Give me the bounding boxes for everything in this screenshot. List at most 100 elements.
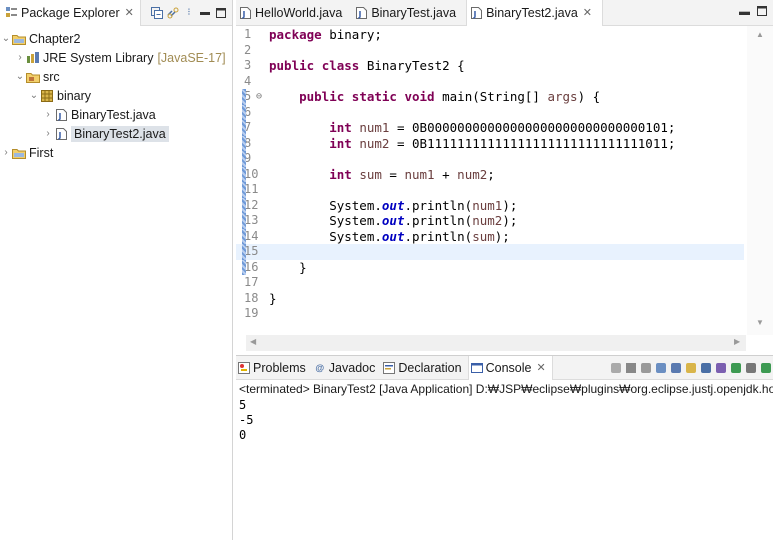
java-file-icon: J	[54, 108, 68, 121]
minimize-icon[interactable]: ▬	[739, 6, 750, 19]
quick-diff-marker	[242, 182, 246, 198]
console-output-line: -5	[239, 413, 254, 427]
code-text: }	[269, 290, 277, 306]
minimize-icon[interactable]: ▬	[199, 7, 211, 19]
maximize-icon[interactable]	[215, 7, 227, 19]
maximize-icon[interactable]	[757, 6, 767, 19]
tree-item-jre-system-library[interactable]: › JRE System Library [JavaSE-17]	[0, 48, 232, 67]
quick-diff-marker	[242, 166, 246, 182]
pin-console-icon[interactable]	[731, 362, 741, 373]
chevron-right-icon[interactable]: ›	[0, 147, 12, 158]
tab-console[interactable]: Console ✕	[467, 355, 553, 380]
code-text: package binary;	[269, 27, 382, 42]
code-line[interactable]: 7 int num1 = 0B0000000000000000000000000…	[236, 120, 744, 136]
svg-text:J: J	[57, 131, 61, 140]
line-number: 5	[244, 89, 252, 103]
open-console-icon[interactable]	[761, 362, 771, 373]
close-icon[interactable]: ✕	[125, 6, 134, 19]
quick-diff-marker	[242, 228, 246, 244]
code-line[interactable]: 10 int sum = num1 + num2;	[236, 166, 744, 182]
code-line[interactable]: 6	[236, 104, 744, 120]
tree-item-src[interactable]: ⌄ src	[0, 67, 232, 86]
code-line[interactable]: 12 System.out.println(num1);	[236, 197, 744, 213]
terminate-icon[interactable]	[611, 362, 621, 373]
tree-item-binary-package[interactable]: ⌄ binary	[0, 86, 232, 105]
code-line[interactable]: 4	[236, 74, 744, 90]
code-line[interactable]: 5 ⊖ public static void main(String[] args…	[236, 89, 744, 105]
code-text: int num1 = 0B000000000000000000000000000…	[329, 120, 676, 135]
tree-item-chapter2[interactable]: ⌄ Chapter2	[0, 29, 232, 48]
quick-diff-marker	[242, 89, 246, 105]
chevron-down-icon[interactable]: ⌄	[14, 71, 26, 82]
view-menu-icon[interactable]: ⁝	[183, 7, 195, 19]
scroll-lock-icon[interactable]	[671, 362, 681, 373]
tree-item-binarytest2-java[interactable]: › J BinaryTest2.java	[0, 124, 232, 143]
console-output[interactable]: 5 -5 0	[236, 398, 773, 443]
code-line[interactable]: 13 System.out.println(num2);	[236, 213, 744, 229]
code-line[interactable]: 3 public class BinaryTest2 {	[236, 58, 744, 74]
quick-diff-marker	[242, 151, 246, 167]
scroll-down-icon[interactable]: ▼	[756, 318, 764, 327]
console-status-line: <terminated> BinaryTest2 [Java Applicati…	[239, 382, 773, 396]
display-console-icon[interactable]	[746, 362, 756, 373]
line-number: 18	[244, 290, 259, 305]
tab-declaration[interactable]: Declaration	[381, 356, 467, 380]
chevron-right-icon[interactable]: ›	[42, 128, 54, 139]
project-folder-icon	[12, 146, 26, 159]
code-line[interactable]: 18}	[236, 291, 744, 307]
horizontal-scrollbar[interactable]: ◀ ▶	[246, 335, 746, 351]
code-line[interactable]: 19	[236, 306, 744, 322]
tab-binarytest2-java[interactable]: J BinaryTest2.java ✕	[466, 0, 604, 26]
code-text: }	[269, 259, 307, 275]
tab-helloworld-java[interactable]: J HelloWorld.java	[236, 0, 352, 26]
code-line[interactable]: 8 int num2 = 0B1111111111111111111111111…	[236, 135, 744, 151]
code-line[interactable]: 1 package binary;	[236, 27, 744, 43]
chevron-right-icon[interactable]: ›	[14, 52, 26, 63]
package-explorer-tab[interactable]: Package Explorer ✕	[0, 0, 141, 26]
show-stdout-icon[interactable]	[701, 362, 711, 373]
code-line[interactable]: 11	[236, 182, 744, 198]
code-line[interactable]: 14 System.out.println(sum);	[236, 228, 744, 244]
package-explorer-view: Package Explorer ✕ ⁝ ▬ ⌄ Chapter2 › JRE …	[0, 0, 233, 540]
code-line[interactable]: 9	[236, 151, 744, 167]
code-line[interactable]: 16 }	[236, 259, 744, 275]
chevron-down-icon[interactable]: ⌄	[0, 33, 12, 44]
line-number: 10	[244, 166, 259, 181]
code-text: System.out.println(num1);	[269, 197, 518, 213]
tree-item-first[interactable]: › First	[0, 143, 232, 162]
fold-collapse-icon[interactable]: ⊖	[256, 89, 262, 105]
package-icon	[40, 89, 54, 102]
tree-item-binarytest-java[interactable]: › J BinaryTest.java	[0, 105, 232, 124]
word-wrap-icon[interactable]	[686, 362, 696, 373]
code-line[interactable]: 15	[236, 244, 744, 260]
clear-console-icon[interactable]	[656, 362, 666, 373]
code-area[interactable]: 1 package binary; 2 3 public class BinaryTes…	[236, 26, 773, 335]
code-line[interactable]: 17	[236, 275, 744, 291]
java-editor: J HelloWorld.java J BinaryTest.java J Bi…	[236, 0, 773, 353]
line-number: 13	[244, 213, 259, 227]
show-stderr-icon[interactable]	[716, 362, 726, 373]
remove-launch-icon[interactable]	[626, 362, 636, 373]
code-text: System.out.println(num2);	[269, 213, 518, 228]
vertical-scrollbar[interactable]: ▲ ▼	[747, 26, 773, 335]
scroll-right-icon[interactable]: ▶	[734, 337, 740, 346]
declaration-icon	[383, 361, 396, 374]
code-line[interactable]: 2	[236, 43, 744, 59]
tab-problems[interactable]: Problems	[236, 356, 312, 380]
scroll-left-icon[interactable]: ◀	[250, 337, 256, 346]
code-text: public static void main(String[] args) {	[299, 89, 601, 104]
close-icon[interactable]: ✕	[536, 361, 545, 374]
remove-all-terminated-icon[interactable]	[641, 362, 651, 373]
chevron-down-icon[interactable]: ⌄	[28, 90, 40, 101]
package-explorer-title: Package Explorer	[21, 5, 120, 20]
line-number: 6	[244, 104, 252, 119]
chevron-right-icon[interactable]: ›	[42, 109, 54, 120]
link-with-editor-icon[interactable]	[167, 7, 179, 19]
tab-binarytest-java[interactable]: J BinaryTest.java	[352, 0, 466, 26]
tab-javadoc[interactable]: @ Javadoc	[312, 356, 382, 380]
close-icon[interactable]: ✕	[583, 6, 592, 19]
svg-text:J: J	[358, 10, 362, 19]
editor-tab-bar: J HelloWorld.java J BinaryTest.java J Bi…	[236, 0, 773, 26]
collapse-all-icon[interactable]	[151, 6, 163, 19]
scroll-up-icon[interactable]: ▲	[756, 30, 764, 39]
